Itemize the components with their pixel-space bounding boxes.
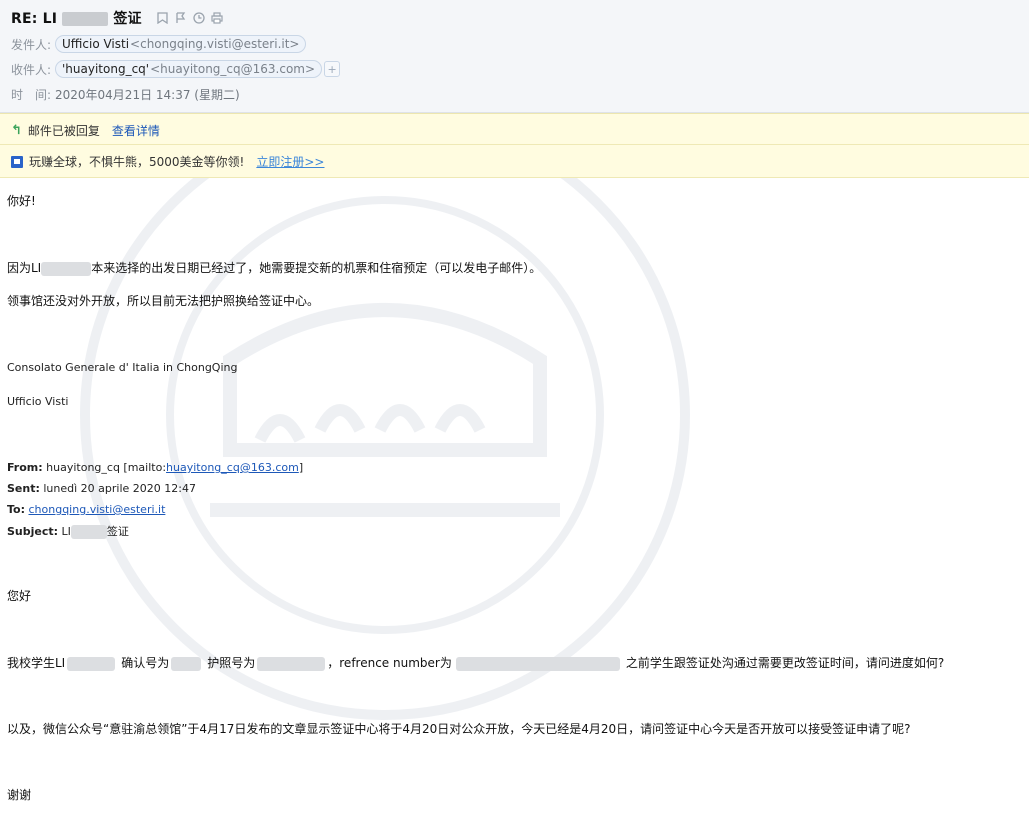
redacted-name [62,12,109,26]
add-contact-icon[interactable]: + [324,61,341,77]
quoted-from-email-link[interactable]: huayitong_cq@163.com [166,461,299,474]
redacted-name [41,261,92,276]
recipient-name: 'huayitong_cq' [62,62,150,76]
paragraph-2: 领事馆还没对外开放，所以目前无法把护照换给签证中心。 [7,294,320,308]
email-header: RE: LI 签证 发件人: Ufficio Visti <chongqing.… [0,0,1029,113]
from-label: 发件人: [11,37,52,52]
quoted-from: From: huayitong_cq [mailto:huayitong_cq@… [7,461,304,474]
quoted-subject: Subject: LI 签证 [7,525,129,539]
redacted-confirmation-number [171,656,202,671]
greeting-2: 您好 [7,589,32,603]
sender-name: Ufficio Visti [62,37,130,51]
reply-arrow-icon: ↰ [11,123,22,138]
time-row: 时 间: 2020年04月21日 14:37 (星期二) [11,86,240,103]
subject-row: RE: LI 签证 [11,8,224,28]
print-icon[interactable] [210,11,224,25]
redacted-name [70,525,107,539]
recipient-pill[interactable]: 'huayitong_cq' <huayitong_cq@163.com> [55,60,323,78]
sent-time: 2020年04月21日 14:37 (星期二) [55,88,240,102]
to-label: 收件人: [11,62,52,77]
time-label: 时 间: [11,88,52,102]
sender-pill[interactable]: Ufficio Visti <chongqing.visti@esteri.it… [55,35,307,53]
replied-notice: ↰ 邮件已被回复 查看详情 [0,113,1029,145]
question-1: 我校学生LI 确认号为 护照号为 ，refrence number为 之前学生跟签证处沟… [7,656,945,671]
signature-office: Ufficio Visti [7,395,69,408]
ad-banner: 玩赚全球，不惧牛熊，5000美金等你领! 立即注册>> [0,145,1029,178]
bookmark-icon[interactable] [156,11,170,25]
quoted-to-email-link[interactable]: chongqing.visti@esteri.it [29,503,166,516]
redacted-passport-number [257,656,326,671]
ad-text: 玩赚全球，不惧牛熊，5000美金等你领! [29,155,245,169]
thanks: 谢谢 [7,788,32,802]
flag-icon[interactable] [174,11,188,25]
signature-consulate: Consolato Generale d' Italia in ChongQin… [7,361,238,374]
subject-actions [156,11,224,25]
quoted-to: To: chongqing.visti@esteri.it [7,503,166,516]
to-row: 收件人: 'huayitong_cq' <huayitong_cq@163.co… [11,60,341,78]
greeting: 你好! [7,194,36,208]
watermark-logo [80,110,690,720]
sender-address: <chongqing.visti@esteri.it> [130,37,300,51]
ad-badge-icon [11,155,23,168]
register-link[interactable]: 立即注册>> [256,153,324,170]
clock-icon[interactable] [192,11,206,25]
recipient-address: <huayitong_cq@163.com> [150,62,316,76]
redacted-reference-number [455,656,620,671]
question-2: 以及，微信公众号“意驻渝总领馆”于4月17日发布的文章显示签证中心将于4月20日… [7,722,911,736]
quoted-sent: Sent: lunedì 20 aprile 2020 12:47 [7,482,196,495]
email-subject: RE: LI 签证 [11,11,142,27]
from-row: 发件人: Ufficio Visti <chongqing.visti@este… [11,35,307,53]
view-details-link[interactable]: 查看详情 [112,122,160,139]
paragraph-1: 因为LI 本来选择的出发日期已经过了，她需要提交新的机票和住宿预定（可以发电子邮件… [7,261,542,276]
redacted-name [67,656,116,671]
replied-text: 邮件已被回复 [27,124,100,138]
